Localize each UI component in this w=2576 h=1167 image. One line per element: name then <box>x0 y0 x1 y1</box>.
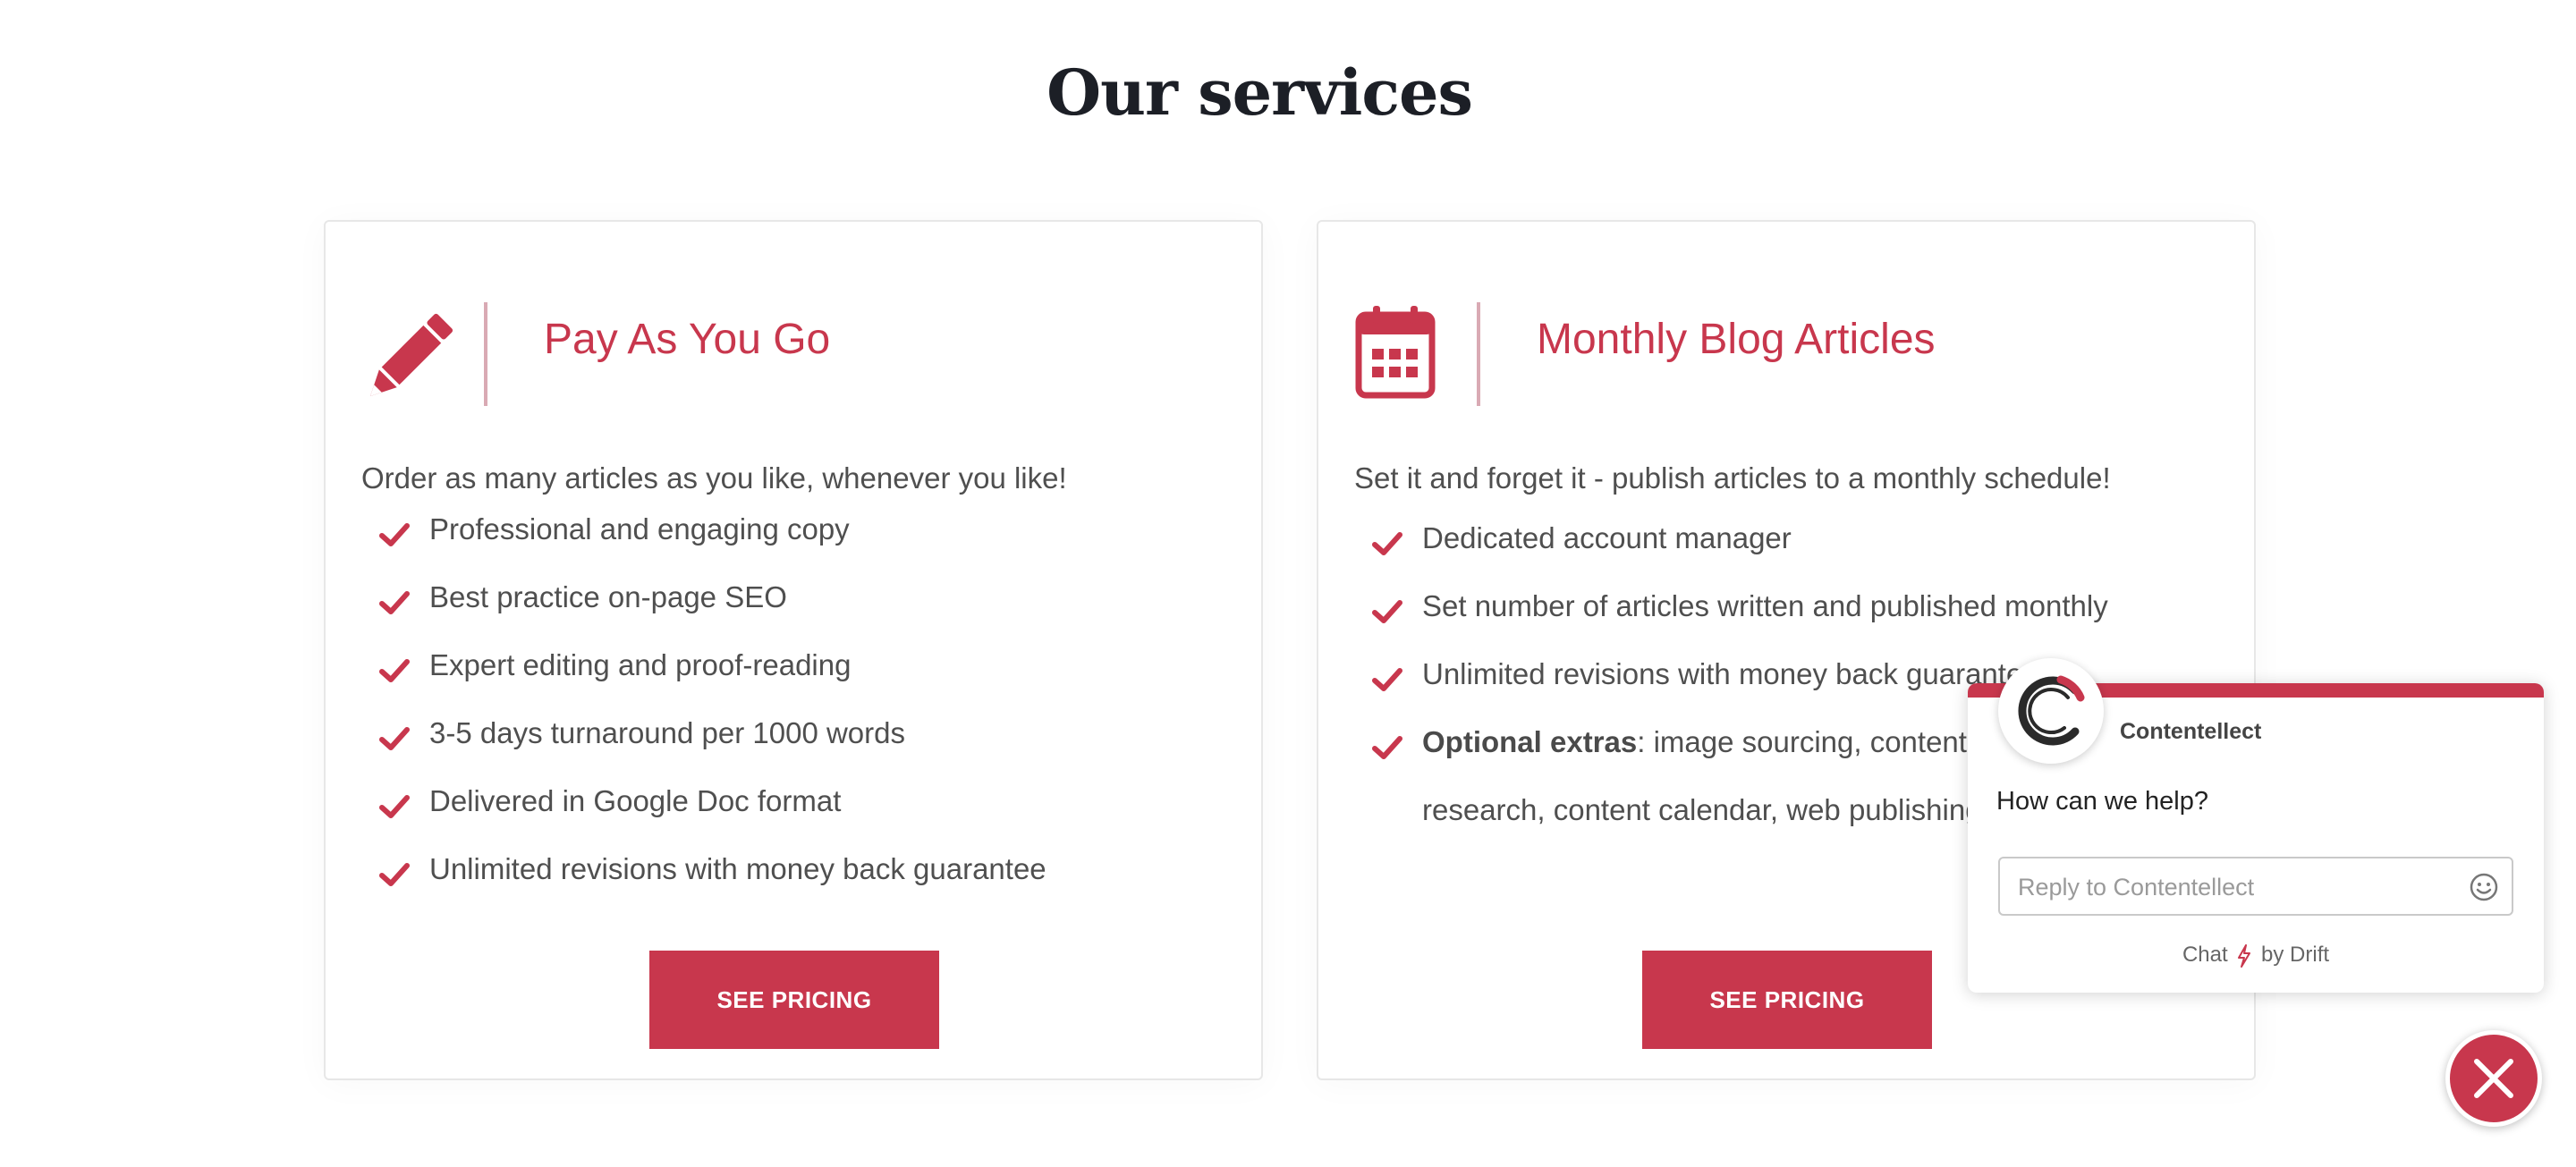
feature-item: Best practice on-page SEO <box>379 579 1234 647</box>
card-title: Pay As You Go <box>544 316 831 363</box>
check-icon <box>379 659 410 682</box>
feature-text: Unlimited revisions with money back guar… <box>1422 657 2039 690</box>
close-icon <box>2474 1059 2513 1098</box>
lightning-bolt-icon <box>2238 943 2251 968</box>
feature-text: Professional and engaging copy <box>429 512 850 545</box>
feature-item: Professional and engaging copy <box>379 512 1234 579</box>
feature-item: Set number of articles written and publi… <box>1372 588 2227 656</box>
feature-item: Dedicated account manager <box>1372 520 2227 588</box>
feature-text: Expert editing and proof-reading <box>429 648 852 681</box>
check-icon <box>1372 600 1402 623</box>
feature-text: Best practice on-page SEO <box>429 580 787 613</box>
feature-text: 3-5 days turnaround per 1000 words <box>429 716 905 749</box>
check-icon <box>1372 532 1402 555</box>
feature-list: Professional and engaging copy Best prac… <box>379 512 1234 919</box>
contentellect-logo-icon <box>2018 675 2085 746</box>
check-icon <box>1372 668 1402 691</box>
calendar-icon <box>1351 304 1449 411</box>
card-divider <box>1477 302 1480 406</box>
feature-text: Delivered in Google Doc format <box>429 784 842 817</box>
chat-footer-prefix: Chat <box>2182 943 2228 967</box>
feature-item: 3-5 days turnaround per 1000 words <box>379 715 1234 783</box>
service-card-pay-as-you-go: Pay As You Go Order as many articles as … <box>324 220 1263 1080</box>
check-icon <box>379 795 410 818</box>
chat-reply-input[interactable] <box>2016 858 2449 916</box>
feature-text: Dedicated account manager <box>1422 521 1792 554</box>
see-pricing-button[interactable]: SEE PRICING <box>1642 951 1932 1049</box>
chat-reply-box <box>1998 857 2513 916</box>
chat-greeting: How can we help? <box>1996 787 2208 816</box>
pencil-icon <box>358 304 456 411</box>
check-icon <box>379 591 410 614</box>
feature-text: Unlimited revisions with money back guar… <box>429 852 1046 885</box>
chat-widget: Contentellect How can we help? Chat by D… <box>1968 658 2544 993</box>
feature-item: Unlimited revisions with money back guar… <box>379 851 1234 919</box>
card-intro: Set it and forget it - publish articles … <box>1354 461 2111 495</box>
avatar <box>1998 658 2104 764</box>
card-divider <box>484 302 487 406</box>
emoji-icon[interactable] <box>2469 872 2499 902</box>
check-icon <box>379 523 410 546</box>
card-intro: Order as many articles as you like, when… <box>361 461 1067 495</box>
feature-item: Delivered in Google Doc format <box>379 783 1234 851</box>
chat-footer-suffix: by Drift <box>2261 943 2330 967</box>
chat-close-button[interactable] <box>2445 1030 2542 1127</box>
chat-footer: Chat by Drift <box>1968 943 2544 968</box>
check-icon <box>1372 736 1402 759</box>
feature-item: Expert editing and proof-reading <box>379 647 1234 715</box>
chat-agent-name: Contentellect <box>2120 719 2262 744</box>
optional-extras-label: Optional extras <box>1422 725 1638 758</box>
check-icon <box>379 727 410 750</box>
card-title: Monthly Blog Articles <box>1537 316 1936 363</box>
check-icon <box>379 863 410 886</box>
see-pricing-button[interactable]: SEE PRICING <box>649 951 939 1049</box>
feature-text: Set number of articles written and publi… <box>1422 589 2108 622</box>
page: Our services Pay As You Go Order as many… <box>0 0 2576 1167</box>
section-title: Our services <box>1046 55 1473 130</box>
